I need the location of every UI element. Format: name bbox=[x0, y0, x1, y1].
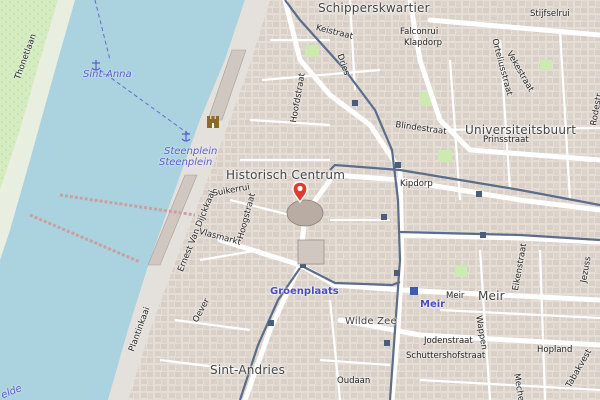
street-label: Meir bbox=[446, 291, 465, 301]
street-label: Schuttershofstraat bbox=[406, 351, 486, 361]
metro-icon bbox=[410, 287, 418, 295]
map-view[interactable]: Schipperskwartier Universiteitsbuurt His… bbox=[0, 0, 600, 400]
groenplaats-square bbox=[297, 239, 325, 265]
landmark-label: Sint-Anna bbox=[83, 69, 132, 80]
street-label: Stijfselrui bbox=[530, 9, 570, 19]
district-label: Historisch Centrum bbox=[226, 168, 346, 182]
district-label: Sint-Andries bbox=[210, 363, 286, 377]
district-label: Meir bbox=[478, 289, 505, 303]
castle-icon bbox=[207, 116, 219, 128]
cathedral-building bbox=[286, 199, 324, 227]
street-label: Hopland bbox=[537, 345, 573, 355]
street-label: Prinsstraat bbox=[483, 135, 529, 145]
landmark-label: Steenplein bbox=[164, 146, 218, 157]
tram-stop-label[interactable]: Groenplaats bbox=[270, 287, 339, 297]
street-label: Jodenstraat bbox=[424, 336, 473, 346]
district-label: Schipperskwartier bbox=[318, 1, 430, 15]
street-label: Oudaan bbox=[337, 376, 371, 386]
street-label: Klapdorp bbox=[404, 38, 443, 48]
street-label: Kipdorp bbox=[400, 179, 433, 189]
street-label: Falconrui bbox=[400, 27, 439, 37]
landmark-label: Steenplein bbox=[159, 157, 213, 168]
metro-stop-label[interactable]: Meir bbox=[420, 300, 445, 310]
place-label: Wilde Zee bbox=[345, 316, 397, 327]
